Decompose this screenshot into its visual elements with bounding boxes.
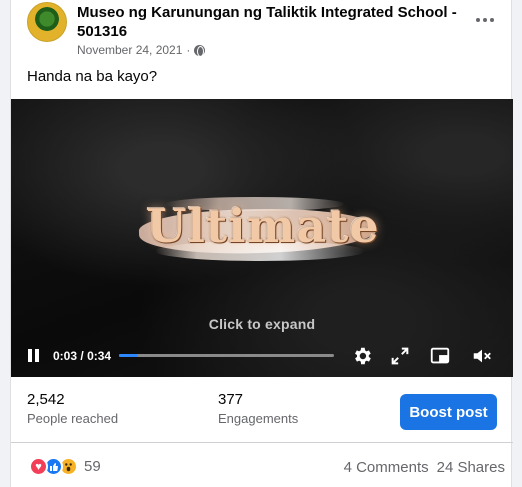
- wow-face-icon: [65, 463, 72, 472]
- meta-separator: ·: [186, 43, 191, 57]
- pause-icon[interactable]: [25, 348, 41, 364]
- reactions-summary[interactable]: ♥ 59: [29, 457, 101, 476]
- progress-fill: [119, 354, 138, 357]
- reach-label: People reached: [27, 411, 119, 426]
- muted-speaker-icon[interactable]: [471, 345, 493, 367]
- page-avatar[interactable]: [27, 2, 67, 42]
- more-options-icon[interactable]: [471, 8, 499, 32]
- gear-icon[interactable]: [351, 345, 373, 367]
- video-time: 0:03 / 0:34: [53, 349, 111, 363]
- love-reaction-icon: ♥: [29, 457, 48, 476]
- current-time: 0:03: [53, 349, 78, 363]
- post-caption: Handa na ba kayo?: [27, 68, 158, 85]
- thumbs-up-icon: [49, 462, 58, 471]
- engagement-value: 377: [218, 391, 244, 408]
- post-card: Museo ng Karunungan ng Taliktik Integrat…: [10, 0, 513, 487]
- school-seal-logo: [35, 7, 59, 31]
- post-insights: 2,542 People reached 377 Engagements Boo…: [11, 377, 513, 443]
- people-reached-stat[interactable]: 2,542 People reached: [27, 391, 118, 429]
- post-date[interactable]: November 24, 2021: [77, 43, 182, 57]
- page-name-link[interactable]: Museo ng Karunungan ng Taliktik Integrat…: [77, 3, 461, 41]
- post-meta: November 24, 2021 ·: [77, 43, 206, 57]
- reach-value: 2,542: [27, 391, 65, 408]
- shares-count-link[interactable]: 24 Shares: [437, 459, 505, 476]
- more-dot-1: [476, 18, 480, 22]
- more-dot-2: [483, 18, 487, 22]
- comments-count-link[interactable]: 4 Comments: [344, 459, 429, 476]
- video-title-text: Ultimate: [146, 199, 380, 253]
- progress-bar[interactable]: [119, 354, 334, 357]
- boost-post-button[interactable]: Boost post: [400, 394, 497, 430]
- time-separator: /: [80, 349, 84, 363]
- engagements-stat[interactable]: 377 Engagements: [218, 391, 298, 429]
- expand-icon[interactable]: [389, 345, 411, 367]
- video-duration: 0:34: [87, 349, 112, 363]
- video-player[interactable]: Ultimate Click to expand 0:03 / 0:34: [11, 99, 513, 377]
- post-footer: ♥ 59 4 Comments 24 Shares: [11, 443, 513, 487]
- video-controls: 0:03 / 0:34: [11, 342, 513, 370]
- picture-in-picture-icon[interactable]: [429, 345, 451, 367]
- click-to-expand-hint[interactable]: Click to expand: [11, 316, 513, 332]
- more-dot-3: [490, 18, 494, 22]
- globe-icon: [194, 44, 206, 57]
- engagement-label: Engagements: [218, 411, 299, 426]
- post-header: Museo ng Karunungan ng Taliktik Integrat…: [25, 0, 499, 62]
- reaction-count: 59: [84, 458, 101, 475]
- engagement-counts: 4 Comments 24 Shares: [344, 459, 505, 476]
